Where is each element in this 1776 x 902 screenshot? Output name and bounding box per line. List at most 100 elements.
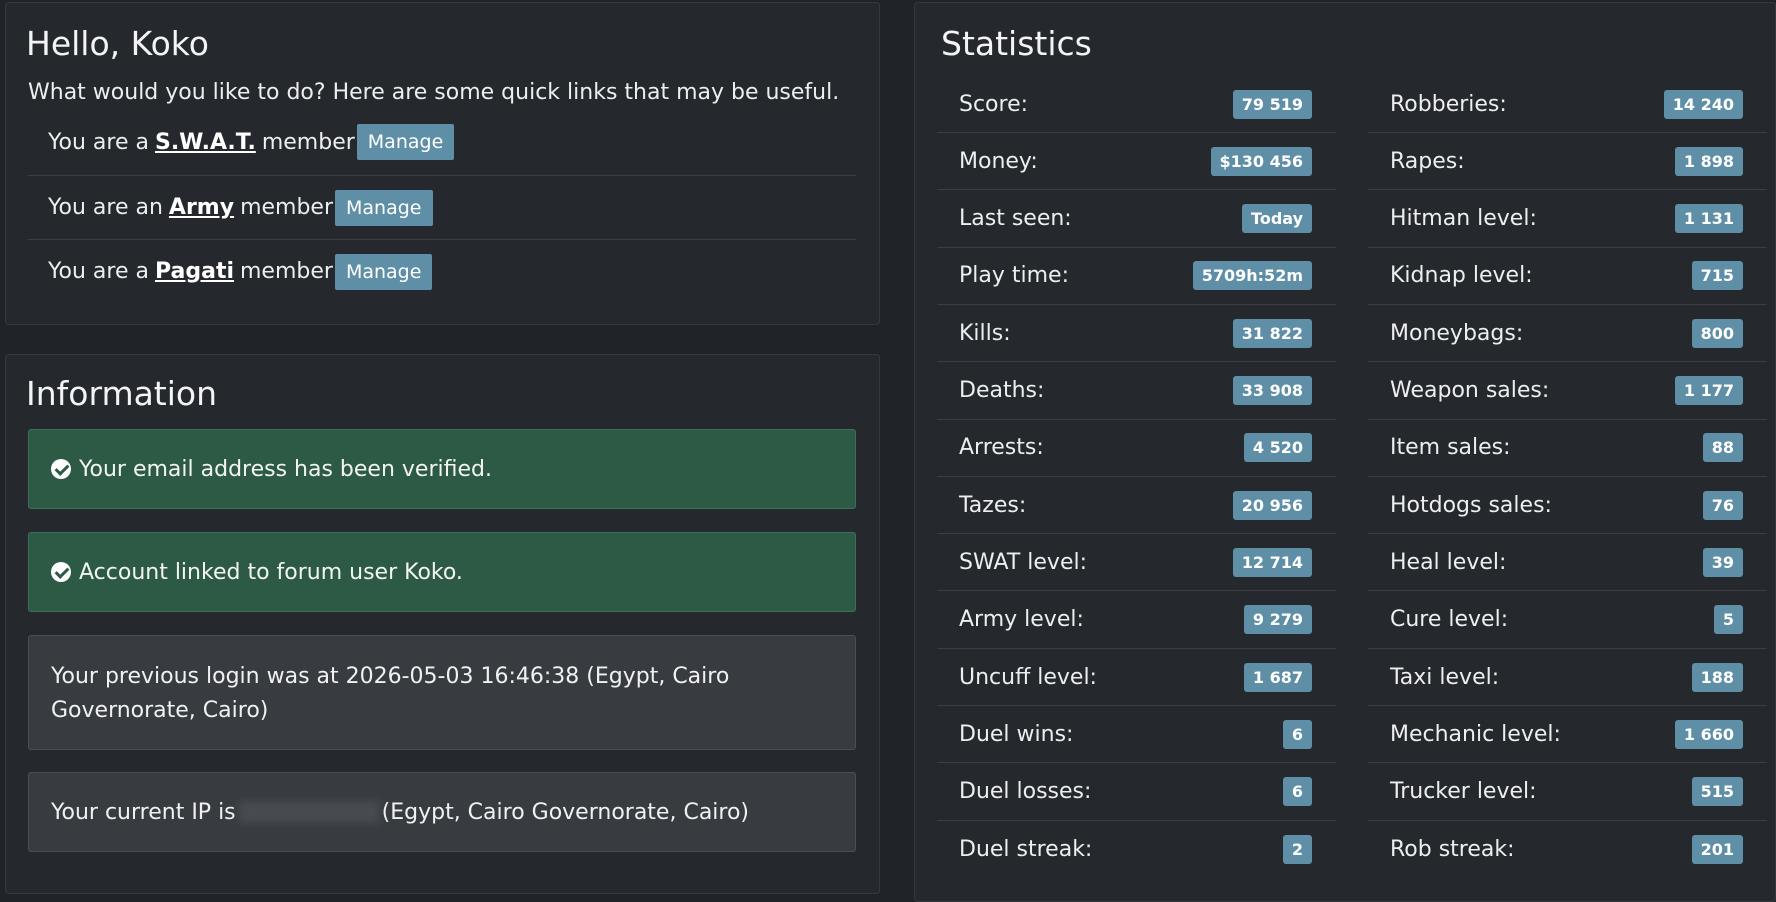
membership-suffix: member: [261, 129, 355, 155]
forum-linked-alert: Account linked to forum user Koko.: [28, 532, 856, 612]
stat-value-badge: 12 714: [1232, 547, 1312, 577]
stat-label: Trucker level:: [1390, 779, 1537, 805]
stat-label: Hitman level:: [1390, 206, 1537, 232]
stat-row: Uncuff level: 1 687: [937, 649, 1336, 706]
stat-label: Kills:: [959, 320, 1011, 346]
stat-label: Rapes:: [1390, 148, 1465, 174]
stat-label: Item sales:: [1390, 435, 1511, 461]
stat-row: Duel losses: 6: [937, 764, 1336, 821]
stat-label: Rob streak:: [1390, 836, 1515, 862]
forum-linked-text: Account linked to forum user Koko.: [79, 559, 463, 585]
membership-row-pagati: You are a Pagati member Manage: [28, 239, 856, 303]
group-link-army[interactable]: Army: [169, 195, 234, 220]
stat-value-badge: 20 956: [1232, 490, 1312, 520]
membership-row-swat: You are a S.W.A.T. member Manage: [28, 110, 856, 174]
stat-label: Army level:: [959, 607, 1084, 633]
stat-value-badge: 2: [1282, 834, 1312, 864]
stat-label: Robberies:: [1390, 91, 1507, 117]
membership-suffix: member: [240, 195, 334, 220]
stat-value-badge: 14 240: [1663, 89, 1743, 119]
stat-label: Score:: [959, 91, 1029, 117]
blurred-ip-address: [238, 801, 379, 823]
stat-value-badge: 4 520: [1243, 433, 1312, 463]
stat-value-badge: Today: [1242, 204, 1312, 234]
stat-row: Army level: 9 279: [937, 592, 1336, 649]
current-ip-prefix: Your current IP is: [51, 799, 236, 825]
group-link-pagati[interactable]: Pagati: [155, 259, 234, 284]
stat-row: Play time: 5709h:52m: [937, 248, 1336, 305]
stat-row: Rapes: 1 898: [1368, 133, 1767, 191]
stat-label: Last seen:: [959, 206, 1072, 232]
stat-value-badge: 1 131: [1674, 204, 1743, 234]
stat-row: Hotdogs sales: 76: [1368, 477, 1767, 535]
hello-title: Hello, Koko: [26, 24, 209, 63]
stat-row: Last seen: Today: [937, 191, 1336, 248]
stat-label: Cure level:: [1390, 607, 1509, 633]
stat-row: Arrests: 4 520: [937, 420, 1336, 477]
manage-pagati-button[interactable]: Manage: [334, 253, 433, 290]
stat-label: Heal level:: [1390, 549, 1507, 575]
stat-value-badge: 33 908: [1232, 376, 1312, 405]
stat-label: Money:: [959, 148, 1038, 174]
stat-row: Kills: 31 822: [937, 305, 1336, 363]
manage-swat-button[interactable]: Manage: [356, 124, 455, 160]
stat-row: Tazes: 20 956: [937, 477, 1336, 535]
stat-row: Weapon sales: 1 177: [1368, 363, 1767, 420]
stat-value-badge: 201: [1691, 834, 1743, 864]
stat-value-badge: 31 822: [1232, 318, 1312, 348]
stat-label: Tazes:: [959, 492, 1027, 518]
stat-row: SWAT level: 12 714: [937, 534, 1336, 592]
stat-label: Uncuff level:: [959, 664, 1097, 690]
membership-prefix: You are a: [48, 259, 149, 284]
hello-intro-text: What would you like to do? Here are some…: [28, 80, 840, 105]
stat-row: Duel wins: 6: [937, 706, 1336, 764]
stat-value-badge: 76: [1702, 490, 1743, 520]
check-circle-icon: [51, 562, 71, 582]
stat-value-badge: 5: [1713, 605, 1743, 635]
stat-label: Kidnap level:: [1390, 263, 1533, 289]
stat-row: Deaths: 33 908: [937, 363, 1336, 420]
email-verified-alert: Your email address has been verified.: [28, 429, 856, 509]
previous-login-alert: Your previous login was at 2026-05-03 16…: [28, 635, 856, 750]
stat-label: Hotdogs sales:: [1390, 492, 1552, 518]
current-ip-location: (Egypt, Cairo Governorate, Cairo): [381, 799, 750, 825]
stat-label: Deaths:: [959, 378, 1045, 403]
stat-row: Money: $130 456: [937, 133, 1336, 191]
stat-value-badge: 39: [1702, 547, 1743, 577]
stat-label: Weapon sales:: [1390, 378, 1550, 403]
stat-value-badge: 1 177: [1674, 376, 1743, 405]
stat-row: Hitman level: 1 131: [1368, 191, 1767, 248]
check-circle-icon: [51, 459, 71, 479]
stat-label: Duel wins:: [959, 721, 1074, 747]
stat-value-badge: 5709h:52m: [1192, 261, 1312, 291]
stat-value-badge: 6: [1282, 777, 1312, 807]
manage-army-button[interactable]: Manage: [335, 189, 433, 226]
stat-row: Item sales: 88: [1368, 420, 1767, 477]
group-link-swat[interactable]: S.W.A.T.: [155, 130, 256, 155]
stat-label: Moneybags:: [1390, 320, 1524, 346]
stat-value-badge: 800: [1691, 318, 1743, 348]
statistics-title: Statistics: [941, 24, 1092, 63]
membership-prefix: You are an: [48, 195, 163, 220]
stat-row: Rob streak: 201: [1368, 821, 1767, 878]
email-verified-text: Your email address has been verified.: [79, 456, 492, 482]
stat-label: Duel losses:: [959, 779, 1092, 805]
stat-value-badge: 88: [1702, 433, 1743, 463]
stat-row: Kidnap level: 715: [1368, 248, 1767, 305]
membership-suffix: member: [240, 259, 333, 284]
membership-row-army: You are an Army member Manage: [28, 175, 856, 239]
stat-row: Trucker level: 515: [1368, 764, 1767, 821]
stat-label: Taxi level:: [1390, 664, 1500, 690]
stat-label: Mechanic level:: [1390, 721, 1561, 747]
stat-label: Arrests:: [959, 435, 1044, 461]
stat-value-badge: 6: [1282, 719, 1312, 749]
stat-row: Mechanic level: 1 660: [1368, 706, 1767, 764]
stat-value-badge: 715: [1691, 261, 1743, 291]
information-title: Information: [26, 374, 218, 413]
stat-value-badge: 1 660: [1674, 719, 1743, 749]
membership-prefix: You are a: [48, 129, 149, 155]
stat-row: Score: 79 519: [937, 76, 1336, 133]
stat-label: Play time:: [959, 263, 1069, 289]
stat-value-badge: $130 456: [1210, 146, 1312, 176]
previous-login-text: Your previous login was at 2026-05-03 16…: [51, 664, 730, 723]
